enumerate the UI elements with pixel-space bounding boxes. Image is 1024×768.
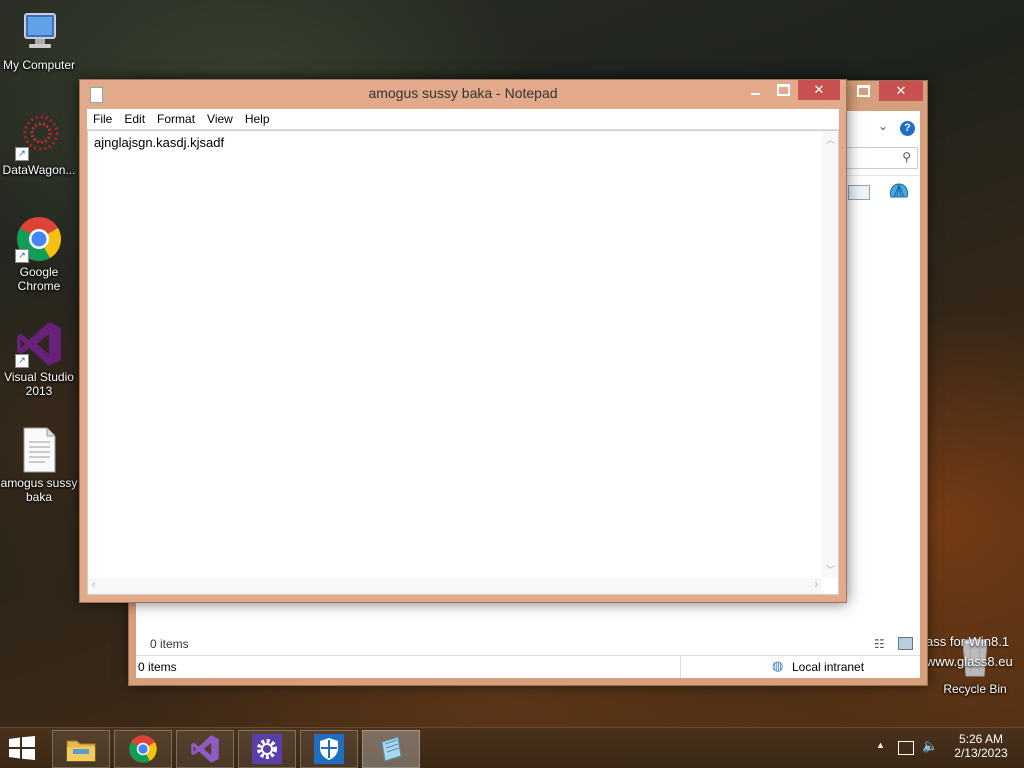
close-icon: ✕ <box>895 83 907 98</box>
computer-icon <box>15 8 63 56</box>
mail-icon[interactable] <box>848 185 870 200</box>
items-count: 0 items <box>150 637 189 651</box>
horizontal-scrollbar[interactable]: ‹ › <box>88 578 822 594</box>
menu-file[interactable]: File <box>87 112 118 126</box>
scroll-right-icon[interactable]: › <box>815 579 818 590</box>
search-box[interactable]: ⚲ <box>844 147 918 169</box>
desktop-icon-label: Recycle Bin <box>943 682 1007 696</box>
start-button[interactable] <box>8 736 38 760</box>
volume-icon[interactable]: 🔈 <box>922 738 938 754</box>
taskbar-settings[interactable] <box>238 730 296 768</box>
shortcut-arrow-icon: ↗ <box>15 147 29 161</box>
show-hidden-icons-button[interactable]: ▲ <box>876 740 885 750</box>
clock-date: 2/13/2023 <box>954 746 1008 760</box>
taskbar-defender[interactable] <box>300 730 358 768</box>
vertical-scrollbar[interactable]: ︿ ﹀ <box>822 131 838 578</box>
zone-label: Local intranet <box>792 660 865 674</box>
shield-icon <box>314 734 344 764</box>
menu-bar: File Edit Format View Help <box>87 109 839 130</box>
menu-view[interactable]: View <box>201 112 239 126</box>
text-file-icon <box>15 426 63 474</box>
menu-edit[interactable]: Edit <box>118 112 151 126</box>
visual-studio-icon <box>191 735 219 763</box>
desktop-icon-label: My Computer <box>2 58 76 72</box>
taskbar-visual-studio[interactable] <box>176 730 234 768</box>
clock-time: 5:26 AM <box>958 732 1004 746</box>
maximize-button[interactable] <box>770 80 796 100</box>
desktop-icon-label: Visual Studio 2013 <box>4 370 74 398</box>
menu-format[interactable]: Format <box>151 112 201 126</box>
minimize-icon <box>750 93 760 95</box>
desktop-icon-my-computer[interactable]: My Computer <box>0 8 78 72</box>
chevron-down-icon[interactable]: ⌄ <box>878 119 888 133</box>
desktop-icon-label: DataWagon... <box>2 163 76 177</box>
watermark-line: www.glass8.eu <box>926 654 1013 669</box>
close-icon: ✕ <box>813 82 825 97</box>
chrome-icon <box>129 735 157 763</box>
shortcut-arrow-icon: ↗ <box>15 249 29 263</box>
taskbar-file-explorer[interactable] <box>52 730 110 768</box>
menu-help[interactable]: Help <box>239 112 276 126</box>
maximize-button[interactable] <box>849 81 877 101</box>
globe-icon: ◍ <box>772 658 784 673</box>
window-title: amogus sussy baka - Notepad <box>368 85 558 101</box>
desktop-icon-text-file[interactable]: amogus sussy baka <box>0 426 78 504</box>
datawagon-icon: ↗ <box>15 113 63 161</box>
text-editor[interactable]: ajnglajsgn.kasdj.kjsadf ︿ ﹀ ‹ › <box>87 130 839 595</box>
status-divider <box>680 656 681 678</box>
shell-icon[interactable] <box>888 181 910 203</box>
taskbar: ▲ 🔈 5:26 AM 2/13/2023 <box>0 727 1024 768</box>
taskbar-notepad[interactable] <box>362 730 420 768</box>
shortcut-arrow-icon: ↗ <box>15 354 29 368</box>
maximize-icon <box>776 84 790 96</box>
taskbar-chrome[interactable] <box>114 730 172 768</box>
editor-content[interactable]: ajnglajsgn.kasdj.kjsadf <box>94 135 224 150</box>
folder-icon <box>66 740 96 762</box>
desktop-icon-datawagon[interactable]: ↗ DataWagon... <box>0 113 78 177</box>
maximize-icon <box>856 85 870 97</box>
close-button[interactable]: ✕ <box>879 81 923 101</box>
notepad-icon <box>381 736 402 762</box>
watermark-line: ass for Win8.1 <box>926 634 1010 649</box>
notepad-window[interactable]: amogus sussy baka - Notepad ✕ File Edit … <box>79 79 847 603</box>
desktop-icon-label: Google Chrome <box>17 265 61 293</box>
status-bar: 0 items ◍ Local intranet <box>136 655 920 678</box>
help-icon[interactable]: ? <box>900 121 915 136</box>
desktop-icon-label: amogus sussy baka <box>0 476 78 504</box>
desktop-icon-chrome[interactable]: ↗ Google Chrome <box>0 215 78 293</box>
scroll-down-icon[interactable]: ﹀ <box>826 563 835 576</box>
visual-studio-icon: ↗ <box>15 320 63 368</box>
toolbar-divider <box>844 175 920 176</box>
scroll-left-icon[interactable]: ‹ <box>92 579 95 590</box>
clock[interactable]: 5:26 AM 2/13/2023 <box>946 732 1016 760</box>
close-button[interactable]: ✕ <box>798 80 840 100</box>
scroll-up-icon[interactable]: ︿ <box>826 133 835 146</box>
chrome-icon: ↗ <box>15 215 63 263</box>
gear-icon <box>252 734 282 764</box>
large-icons-view-icon[interactable] <box>898 637 913 650</box>
network-icon[interactable] <box>898 741 914 755</box>
desktop-icon-visual-studio[interactable]: ↗ Visual Studio 2013 <box>0 320 78 398</box>
watermark: ass for Win8.1 www.glass8.eu <box>926 632 1013 672</box>
status-items: 0 items <box>138 660 177 674</box>
minimize-button[interactable] <box>742 80 768 100</box>
windows-logo-icon <box>9 736 35 760</box>
search-icon: ⚲ <box>902 150 911 164</box>
details-view-icon[interactable]: ☷ <box>874 637 885 651</box>
